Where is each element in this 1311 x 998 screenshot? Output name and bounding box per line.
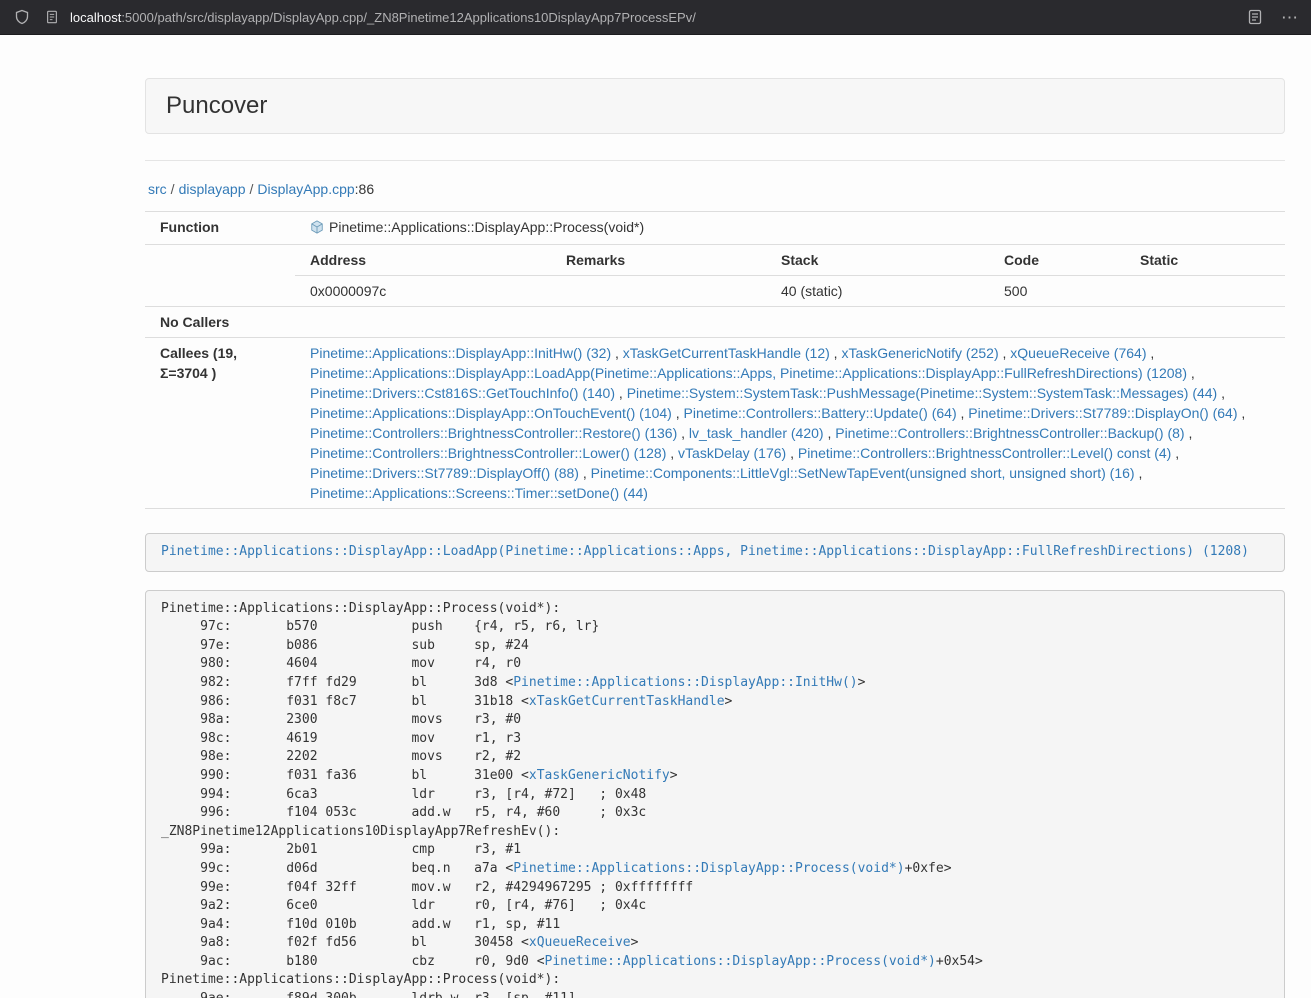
callee-link[interactable]: Pinetime::Components::LittleVgl::SetNewT… [591,465,1135,481]
callee-link[interactable]: Pinetime::Controllers::Battery::Update()… [684,405,957,421]
callees-list: Pinetime::Applications::DisplayApp::Init… [310,343,1270,503]
highlighted-symbol-box: Pinetime::Applications::DisplayApp::Load… [145,533,1285,572]
column-stack: Stack [766,245,989,276]
callee-link[interactable]: xQueueReceive (764) [1010,345,1146,361]
callee-link[interactable]: Pinetime::Applications::DisplayApp::Load… [310,365,1187,381]
column-code: Code [989,245,1125,276]
static-value [1125,276,1285,307]
browser-chrome: localhost:5000/path/src/displayapp/Displ… [0,0,1311,35]
metrics-row: Address Remarks Stack Code Static 0x0000… [145,245,1285,307]
function-table: Function Pinetime::Applications::Display… [145,211,1285,509]
callee-separator: , [1187,365,1195,381]
callee-separator: , [1146,345,1154,361]
callee-separator: , [1171,445,1179,461]
url-host: localhost [70,10,121,25]
callee-separator: , [1185,425,1193,441]
breadcrumb-separator: / [250,181,254,197]
callee-separator: , [786,445,798,461]
column-static: Static [1125,245,1285,276]
page-container: Puncover src/displayapp/DisplayApp.cpp:8… [145,78,1285,998]
disassembly-symbol-link[interactable]: xTaskGetCurrentTaskHandle [529,694,725,709]
callee-separator: , [957,405,969,421]
callee-separator: , [615,385,627,401]
callee-link[interactable]: Pinetime::Drivers::Cst816S::GetTouchInfo… [310,385,615,401]
url-path: :5000/path/src/displayapp/DisplayApp.cpp… [121,10,696,25]
code-value: 500 [989,276,1125,307]
metrics-header-row: Address Remarks Stack Code Static [295,245,1285,276]
callee-link[interactable]: xTaskGetCurrentTaskHandle (12) [623,345,830,361]
breadcrumb-displayapp-link[interactable]: displayapp [179,181,246,197]
column-remarks: Remarks [551,245,766,276]
callee-link[interactable]: Pinetime::Applications::DisplayApp::OnTo… [310,405,672,421]
callees-label: Callees (19, Σ=3704 ) [145,338,295,509]
page-title: Puncover [166,92,1264,120]
callee-separator: , [579,465,591,481]
callee-link[interactable]: Pinetime::Applications::DisplayApp::Init… [310,345,611,361]
breadcrumb-file-link[interactable]: DisplayApp.cpp [257,181,354,197]
toolbar-right: ⋯ [1245,7,1299,27]
callee-link[interactable]: vTaskDelay (176) [678,445,786,461]
url-text: localhost:5000/path/src/displayapp/Displ… [70,10,696,25]
breadcrumb-src-link[interactable]: src [148,181,167,197]
breadcrumb: src/displayapp/DisplayApp.cpp:86 [148,181,1285,197]
callees-row: Callees (19, Σ=3704 ) Pinetime::Applicat… [145,338,1285,509]
disassembly-symbol-link[interactable]: Pinetime::Applications::DisplayApp::Proc… [513,861,904,876]
overflow-menu-icon[interactable]: ⋯ [1281,9,1299,26]
breadcrumb-separator: / [171,181,175,197]
callee-separator: , [1238,405,1246,421]
callee-separator: , [611,345,623,361]
callee-link[interactable]: Pinetime::Controllers::BrightnessControl… [835,425,1184,441]
metrics-value-row: 0x0000097c 40 (static) 500 [295,276,1285,307]
callee-separator: , [1217,385,1225,401]
address-value: 0x0000097c [295,276,551,307]
metrics-table: Address Remarks Stack Code Static 0x0000… [295,245,1285,306]
disassembly-symbol-link[interactable]: Pinetime::Applications::DisplayApp::Proc… [545,954,936,969]
url-bar[interactable]: localhost:5000/path/src/displayapp/Displ… [42,7,1235,27]
callee-link[interactable]: Pinetime::Controllers::BrightnessControl… [798,445,1171,461]
reader-view-icon[interactable] [1245,7,1265,27]
no-callers-label: No Callers [145,307,295,338]
symbol-cube-icon [310,219,324,239]
function-name: Pinetime::Applications::DisplayApp::Proc… [329,219,644,235]
callee-separator: , [1135,465,1143,481]
callee-separator: , [666,445,678,461]
disassembly-symbol-link[interactable]: Pinetime::Applications::DisplayApp::Init… [513,675,857,690]
app-header: Puncover [145,78,1285,134]
callee-link[interactable]: Pinetime::Drivers::St7789::DisplayOn() (… [968,405,1237,421]
function-row: Function Pinetime::Applications::Display… [145,212,1285,245]
divider [145,160,1285,161]
callee-separator: , [999,345,1011,361]
callee-separator: , [824,425,836,441]
callee-separator: , [672,405,684,421]
callee-separator: , [830,345,842,361]
disassembly-symbol-link[interactable]: xQueueReceive [529,935,631,950]
column-address: Address [295,245,551,276]
disassembly-symbol-link[interactable]: xTaskGenericNotify [529,768,670,783]
highlighted-symbol-link[interactable]: Pinetime::Applications::DisplayApp::Load… [161,544,1249,559]
callee-link[interactable]: Pinetime::System::SystemTask::PushMessag… [627,385,1218,401]
shield-icon[interactable] [12,7,32,27]
stack-value: 40 (static) [766,276,989,307]
remarks-value [551,276,766,307]
callee-link[interactable]: Pinetime::Applications::Screens::Timer::… [310,485,648,501]
callee-link[interactable]: lv_task_handler (420) [689,425,824,441]
callee-separator: , [677,425,689,441]
no-callers-row: No Callers [145,307,1285,338]
disassembly-code: Pinetime::Applications::DisplayApp::Proc… [145,590,1285,998]
callee-link[interactable]: Pinetime::Controllers::BrightnessControl… [310,445,666,461]
function-label: Function [145,212,295,245]
callee-link[interactable]: xTaskGenericNotify (252) [841,345,998,361]
callee-link[interactable]: Pinetime::Drivers::St7789::DisplayOff() … [310,465,579,481]
breadcrumb-line-number: :86 [355,181,374,197]
callee-link[interactable]: Pinetime::Controllers::BrightnessControl… [310,425,677,441]
page-info-icon[interactable] [42,7,62,27]
